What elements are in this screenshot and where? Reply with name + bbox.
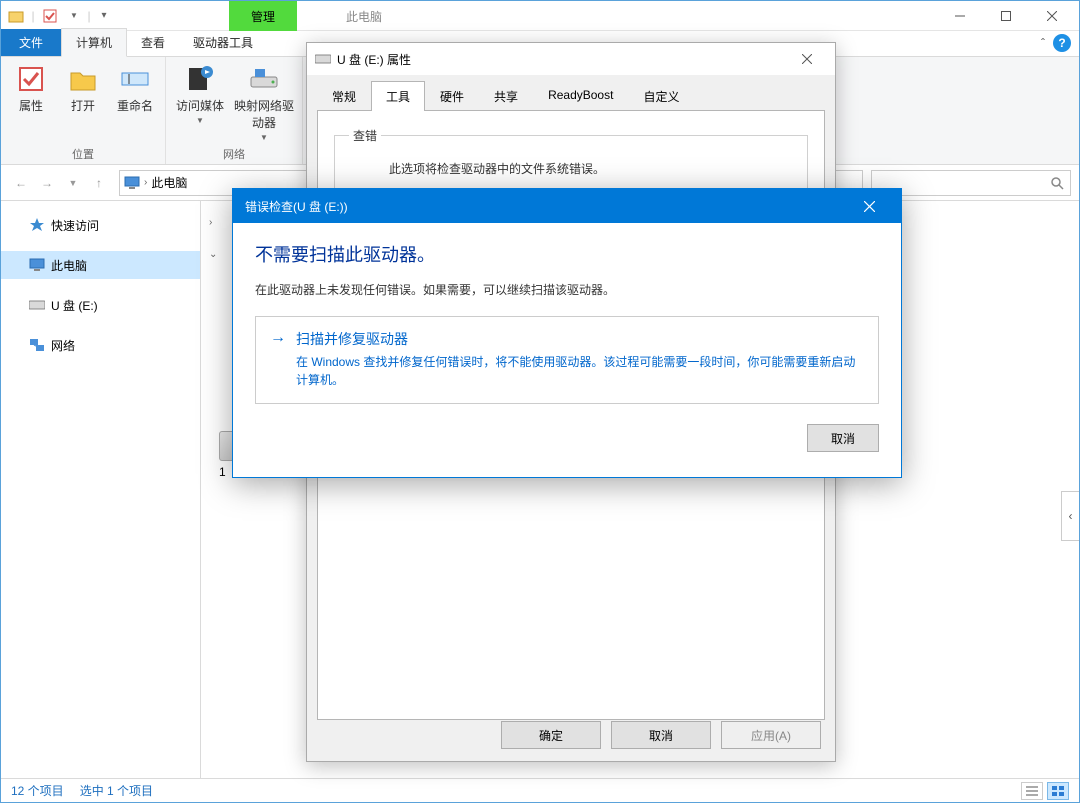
nav-quick-access[interactable]: 快速访问 (1, 211, 200, 239)
qat-properties-icon[interactable] (39, 5, 61, 27)
status-item-count: 12 个项目 (11, 782, 64, 799)
qat-app-icon[interactable] (5, 5, 27, 27)
error-check-subtext: 在此驱动器上未发现任何错误。如果需要，可以继续扫描该驱动器。 (255, 281, 879, 298)
chevron-right-icon: › (209, 217, 212, 228)
ribbon-tab-drive-tools[interactable]: 驱动器工具 (179, 29, 267, 56)
close-button[interactable] (1029, 1, 1075, 31)
error-check-body: 不需要扫描此驱动器。 在此驱动器上未发现任何错误。如果需要，可以继续扫描该驱动器… (233, 223, 901, 416)
statusbar: 12 个项目 选中 1 个项目 (1, 778, 1079, 802)
status-selected-count: 选中 1 个项目 (80, 782, 153, 799)
titlebar: | ▼ | ▾ 管理 此电脑 (1, 1, 1079, 31)
drive-icon (315, 53, 331, 65)
breadcrumb-sep: › (144, 177, 147, 188)
view-details-button[interactable] (1021, 782, 1043, 800)
properties-title-text: U 盘 (E:) 属性 (337, 51, 411, 68)
breadcrumb-this-pc[interactable]: 此电脑 (151, 174, 187, 191)
ribbon-group-network-label: 网络 (172, 144, 296, 162)
scan-action-title: 扫描并修复驱动器 (296, 329, 864, 349)
ribbon-group-network: 访问媒体 ▼ 映射网络驱动器 ▼ 网络 (166, 57, 303, 164)
this-pc-icon (29, 257, 45, 273)
nav-forward[interactable]: → (35, 171, 59, 195)
ribbon-properties-label: 属性 (19, 97, 43, 114)
ribbon-map-drive-label: 映射网络驱动器 (234, 97, 294, 131)
nav-this-pc-label: 此电脑 (51, 257, 87, 274)
map-drive-icon (248, 63, 280, 95)
ribbon-group-location-label: 位置 (7, 144, 159, 162)
error-check-heading: 不需要扫描此驱动器。 (255, 241, 879, 267)
nav-back[interactable]: ← (9, 171, 33, 195)
nav-recent-dropdown[interactable]: ▼ (61, 171, 85, 195)
ribbon-tab-file[interactable]: 文件 (1, 29, 61, 56)
scan-action-desc: 在 Windows 查找并修复任何错误时，将不能使用驱动器。该过程可能需要一段时… (296, 353, 864, 389)
error-check-button-row: 取消 (233, 416, 901, 452)
ribbon-map-network-drive[interactable]: 映射网络驱动器 ▼ (232, 61, 296, 144)
nav-usb-label: U 盘 (E:) (51, 297, 98, 314)
error-check-close-button[interactable] (849, 192, 889, 220)
help-icon[interactable]: ? (1053, 34, 1071, 52)
tab-readyboost[interactable]: ReadyBoost (533, 81, 628, 111)
minimize-button[interactable] (937, 1, 983, 31)
ribbon-properties[interactable]: 属性 (7, 61, 55, 144)
properties-titlebar: U 盘 (E:) 属性 (307, 43, 835, 75)
drive-tile-text: 1 (219, 465, 226, 479)
tab-general[interactable]: 常规 (317, 81, 371, 111)
tab-custom[interactable]: 自定义 (628, 81, 694, 111)
qat-dropdown-icon[interactable]: ▼ (63, 5, 85, 27)
properties-icon (15, 63, 47, 95)
scan-and-repair-action[interactable]: → 扫描并修复驱动器 在 Windows 查找并修复任何错误时，将不能使用驱动器… (255, 316, 879, 404)
ribbon-access-media-label: 访问媒体 (176, 97, 224, 114)
error-check-titlebar: 错误检查(U 盘 (E:)) (233, 189, 901, 223)
qat-overflow-icon[interactable]: ▾ (93, 5, 115, 27)
ribbon-collapse-icon[interactable]: ˆ (1041, 36, 1045, 50)
drive-icon (29, 297, 45, 313)
qat-separator: | (29, 5, 37, 27)
this-pc-icon (124, 175, 140, 191)
properties-close-button[interactable] (787, 45, 827, 73)
error-check-title-text: 错误检查(U 盘 (E:)) (245, 198, 348, 215)
tab-tools[interactable]: 工具 (371, 81, 425, 111)
network-icon (29, 337, 45, 353)
apply-button[interactable]: 应用(A) (721, 721, 821, 749)
contextual-tab-manage[interactable]: 管理 (229, 1, 297, 31)
open-folder-icon (67, 63, 99, 95)
ribbon-rename[interactable]: 重命名 (111, 61, 159, 144)
star-icon (29, 217, 45, 233)
ribbon-tab-view[interactable]: 查看 (127, 29, 179, 56)
error-checking-desc: 此选项将检查驱动器中的文件系统错误。 (349, 154, 793, 183)
rename-icon (119, 63, 151, 95)
dropdown-icon: ▼ (260, 133, 268, 142)
ribbon-tab-computer[interactable]: 计算机 (61, 28, 127, 57)
ribbon-open-label: 打开 (71, 97, 95, 114)
nav-network-label: 网络 (51, 337, 75, 354)
error-checking-legend: 查错 (349, 127, 381, 144)
error-check-cancel-button[interactable]: 取消 (807, 424, 879, 452)
ribbon-rename-label: 重命名 (117, 97, 153, 114)
arrow-right-icon: → (270, 329, 286, 347)
ribbon-access-media[interactable]: 访问媒体 ▼ (172, 61, 228, 144)
ribbon-open[interactable]: 打开 (59, 61, 107, 144)
error-check-dialog: 错误检查(U 盘 (E:)) 不需要扫描此驱动器。 在此驱动器上未发现任何错误。… (232, 188, 902, 478)
view-tiles-button[interactable] (1047, 782, 1069, 800)
nav-network[interactable]: 网络 (1, 331, 200, 359)
properties-tabstrip: 常规 工具 硬件 共享 ReadyBoost 自定义 (307, 75, 835, 111)
tab-sharing[interactable]: 共享 (479, 81, 533, 111)
preview-pane-handle[interactable]: ‹ (1061, 491, 1079, 541)
search-icon (1050, 176, 1064, 190)
cancel-button[interactable]: 取消 (611, 721, 711, 749)
qat-separator2: | (87, 5, 91, 27)
dropdown-icon: ▼ (196, 116, 204, 125)
access-media-icon (184, 63, 216, 95)
chevron-down-icon: ⌄ (209, 249, 217, 260)
tab-hardware[interactable]: 硬件 (425, 81, 479, 111)
maximize-button[interactable] (983, 1, 1029, 31)
window-title: 此电脑 (346, 1, 382, 31)
ok-button[interactable]: 确定 (501, 721, 601, 749)
nav-usb-drive[interactable]: U 盘 (E:) (1, 291, 200, 319)
nav-quick-access-label: 快速访问 (51, 217, 99, 234)
properties-button-row: 确定 取消 应用(A) (501, 721, 821, 749)
ribbon-group-location: 属性 打开 重命名 位置 (1, 57, 166, 164)
nav-up[interactable]: ↑ (87, 171, 111, 195)
navigation-pane: 快速访问 此电脑 U 盘 (E:) 网络 (1, 201, 201, 778)
nav-this-pc[interactable]: 此电脑 (1, 251, 200, 279)
